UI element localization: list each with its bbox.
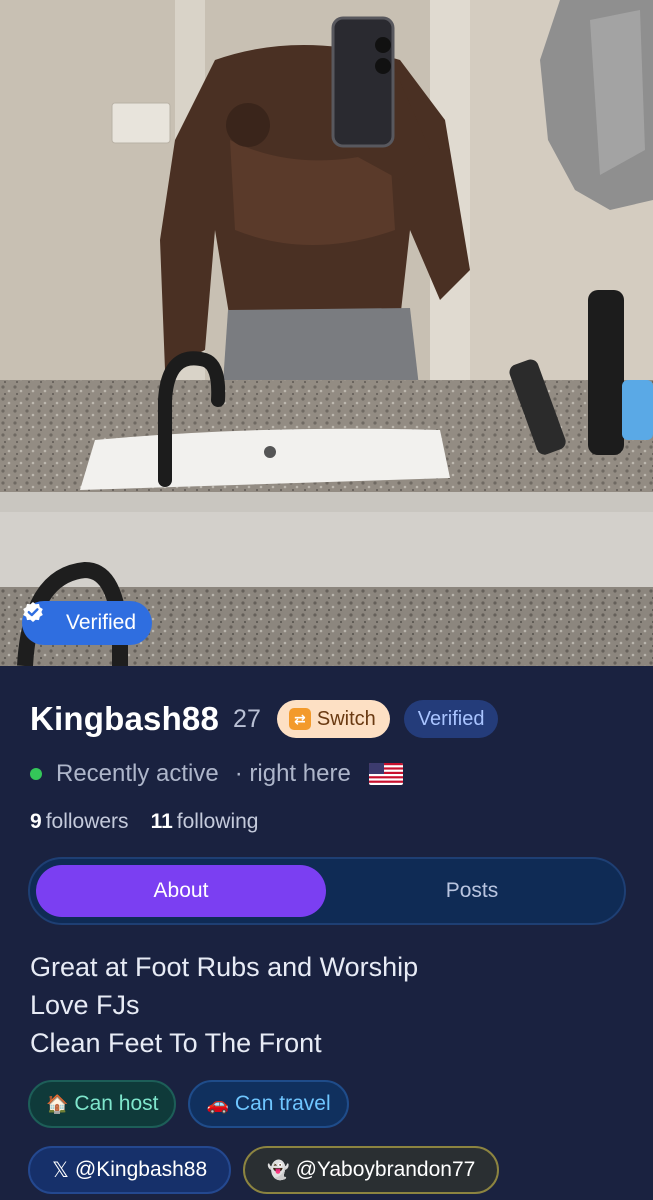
house-icon: 🏠	[46, 1093, 69, 1115]
bio-line: Love FJs	[30, 990, 140, 1020]
social-links: 𝕏 @Kingbash88 👻 @Yaboybrandon77	[28, 1146, 500, 1194]
photo-verified-label: Verified	[66, 611, 137, 634]
role-badge-switch: ⇄ Switch	[276, 700, 390, 738]
follow-stats: 9 followers 11 following	[30, 810, 258, 834]
tab-posts[interactable]: Posts	[326, 865, 618, 917]
bio-line: Great at Foot Rubs and Worship	[30, 952, 419, 982]
username: Kingbash88	[30, 700, 220, 737]
tag-label: Can host	[74, 1092, 159, 1115]
car-icon: 🚗	[206, 1093, 229, 1115]
x-handle-link[interactable]: 𝕏 @Kingbash88	[28, 1146, 232, 1194]
profile-tabs: About Posts	[28, 857, 626, 925]
online-dot-icon	[30, 768, 42, 780]
us-flag-icon	[368, 763, 403, 785]
following-count: 11	[150, 810, 173, 833]
activity-status: Recently active · right here	[30, 760, 403, 788]
following-label: following	[176, 810, 259, 833]
followers-count: 9	[30, 810, 42, 833]
following-link[interactable]: 11 following	[151, 810, 259, 834]
profile-photo[interactable]: Verified	[0, 0, 653, 666]
verified-check-icon	[23, 602, 58, 634]
photo-verified-badge: Verified	[22, 601, 153, 645]
tag-can-host: 🏠 Can host	[28, 1080, 177, 1128]
ghost-icon: 👻	[267, 1159, 290, 1181]
switch-label: Switch	[316, 707, 376, 730]
tag-chips: 🏠 Can host 🚗 Can travel	[28, 1080, 349, 1128]
tag-label: Can travel	[234, 1092, 331, 1115]
bio-line: Clean Feet To The Front	[30, 1028, 322, 1058]
followers-link[interactable]: 9 followers	[30, 810, 129, 834]
snapchat-handle: @Yaboybrandon77	[295, 1158, 476, 1181]
followers-label: followers	[45, 810, 129, 833]
status-text: Recently active	[56, 760, 219, 787]
tab-about[interactable]: About	[36, 865, 326, 917]
x-handle: @Kingbash88	[74, 1158, 208, 1181]
snapchat-handle-link[interactable]: 👻 @Yaboybrandon77	[243, 1146, 500, 1194]
age: 27	[233, 704, 261, 733]
x-logo-icon: 𝕏	[52, 1158, 69, 1182]
location-text: · right here	[234, 760, 351, 787]
bio: Great at Foot Rubs and Worship Love FJs …	[30, 948, 418, 1062]
photo-illustration	[0, 0, 653, 666]
profile-header: Kingbash88 27 ⇄ Switch Verified	[30, 700, 499, 738]
tag-can-travel: 🚗 Can travel	[188, 1080, 349, 1128]
verified-badge: Verified	[403, 700, 499, 738]
switch-arrows-icon: ⇄	[288, 708, 311, 730]
